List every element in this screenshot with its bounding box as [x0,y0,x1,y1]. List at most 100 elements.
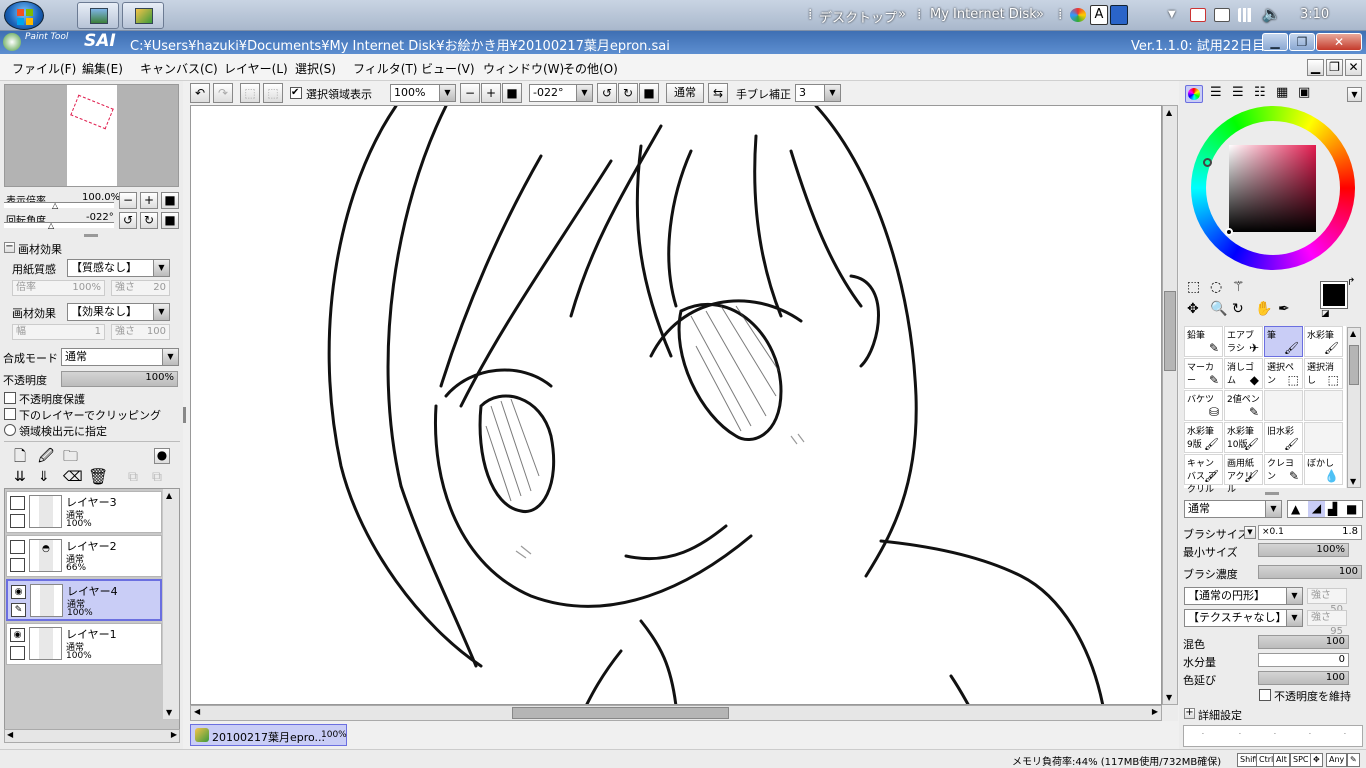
primary-color-swatch[interactable] [1320,281,1348,309]
scratchpad-icon[interactable]: ▣ [1298,85,1310,100]
eye-icon[interactable]: ◉ [10,628,25,642]
slider-thumb-icon[interactable]: △ [52,201,58,210]
toolbar-zoom-out-button[interactable]: − [460,83,480,103]
keep-opacity-checkbox[interactable] [1259,689,1271,701]
volume-icon[interactable]: 🔈 [1262,5,1281,23]
zoom-in-button[interactable]: + [140,192,158,209]
document-tab[interactable]: 20100217葉月epro... 100% [190,724,347,746]
tool-crayon[interactable]: クレヨン ✎ [1264,454,1303,485]
zoom-reset-button[interactable]: ■ [161,192,179,209]
brush-blend-select[interactable]: 通常 ▼ [1184,500,1282,518]
hand-icon[interactable]: ✋ [1255,301,1272,317]
scroll-right-icon[interactable]: ▶ [171,730,177,739]
desktop-chevron-icon[interactable]: » [898,7,906,22]
new-folder-icon[interactable]: 🗀 [63,446,78,471]
layer-row[interactable]: ◓ レイヤー2 通常 66% [6,535,162,577]
toolbar-rotate-reset-button[interactable]: ■ [639,83,659,103]
brush-density-slider[interactable]: 100 [1258,565,1362,579]
toolbar-zoom-reset-button[interactable]: ■ [502,83,522,103]
menu-view[interactable]: ビュー(V) [421,60,475,77]
move-icon[interactable]: ✥ [1187,301,1199,317]
rotate-left-button[interactable]: ↺ [119,212,137,229]
horizontal-scroll-thumb[interactable] [512,707,729,719]
scroll-right-icon[interactable]: ▶ [1152,707,1158,716]
menu-canvas[interactable]: キャンバス(C) [140,60,218,77]
edge-hard-icon[interactable]: ▲ [1291,502,1300,516]
lasso-icon[interactable]: ◌ [1210,279,1222,295]
menu-filter[interactable]: フィルタ(T) [353,60,417,77]
color-wheel-tab[interactable] [1185,85,1203,103]
brush-size-slider[interactable]: ×0.1 1.8 [1258,525,1362,540]
blend-mode-select[interactable]: 通常 ▼ [61,348,179,366]
view-mode-button[interactable]: 通常 [666,83,704,103]
layer-mask-button[interactable]: ● [154,448,170,464]
hue-marker[interactable] [1203,158,1212,167]
close-button[interactable]: ✕ [1316,33,1362,51]
scroll-up-icon[interactable]: ▲ [1350,329,1356,338]
edge-medium-icon[interactable]: ◢ [1308,501,1325,517]
clock[interactable]: 3:10 [1300,7,1329,22]
layer-row[interactable]: レイヤー3 通常 100% [6,491,162,533]
chevron-down-icon[interactable]: ▼ [1286,610,1302,626]
security-alert-icon[interactable] [1190,8,1206,22]
navigator-preview[interactable] [4,84,179,187]
menu-layer[interactable]: レイヤー(L) [224,60,288,77]
preset-dot-icon[interactable]: · [1274,731,1276,738]
swatches-icon[interactable]: ▦ [1276,85,1288,100]
brush-shape-select[interactable]: 【通常の円形】 ▼ [1184,587,1303,605]
ime-mode-icon[interactable]: A [1090,5,1108,25]
scroll-left-icon[interactable]: ◀ [7,730,13,739]
rect-select-icon[interactable]: ⬚ [1187,279,1200,295]
tool-airbrush[interactable]: エアブラシ ✈ [1224,326,1263,357]
chevron-down-icon[interactable]: ▼ [439,85,455,101]
clipboard-icon[interactable] [1214,8,1230,22]
ime-language-icon[interactable] [1070,8,1086,22]
new-layer-icon[interactable]: 🗋 [14,446,26,471]
preserve-opacity-checkbox[interactable] [4,392,16,404]
rotate-right-button[interactable]: ↻ [140,212,158,229]
tool-brush[interactable]: 筆 🖌 [1264,326,1303,357]
scroll-down-icon[interactable]: ▼ [1350,477,1356,486]
chevron-down-icon[interactable]: ▼ [1265,501,1281,517]
effect-select[interactable]: 【効果なし】 ▼ [67,303,170,321]
signal-strength-icon[interactable] [1238,8,1254,22]
edit-toggle[interactable] [10,558,25,572]
merge-down-icon[interactable]: ⇓ [38,469,50,485]
transparent-color-icon[interactable]: ◪ [1321,309,1330,319]
chevron-down-icon[interactable]: ▼ [153,260,169,276]
mdi-close-button[interactable]: ✕ [1345,59,1362,76]
chevron-down-icon[interactable]: ▼ [162,349,178,365]
blend-slider[interactable]: 100 [1258,635,1349,649]
flip-view-button[interactable]: ⇆ [708,83,728,103]
collapse-texture-button[interactable]: − [4,242,15,253]
disk-chevron-icon[interactable]: » [1036,7,1044,22]
magic-wand-icon[interactable]: ⚚ [1232,279,1245,295]
tool-marker[interactable]: マーカー ✎ [1184,358,1223,389]
tool-select-pen[interactable]: 選択ペン ⬚ [1264,358,1303,389]
edit-toggle[interactable] [10,514,25,528]
zoom-icon[interactable]: 🔍 [1210,301,1227,317]
mdi-minimize-button[interactable]: ▁ [1307,59,1324,76]
tool-watercolor-v9[interactable]: 水彩筆 9版 🖌 [1184,422,1223,453]
toolbar-rotate-left-button[interactable]: ↺ [597,83,617,103]
scroll-up-icon[interactable]: ▲ [1166,108,1172,117]
taskbar-app-sai[interactable] [122,2,164,29]
scroll-left-icon[interactable]: ◀ [194,707,200,716]
scroll-up-icon[interactable]: ▲ [166,491,172,500]
tool-bucket[interactable]: バケツ ⛁ [1184,390,1223,421]
tool-blur[interactable]: ぼかし 💧 [1304,454,1343,485]
tool-watercolor-v10[interactable]: 水彩筆 10版 🖌 [1224,422,1263,453]
panel-splitter[interactable] [1265,492,1279,495]
undo-button[interactable]: ↶ [190,83,210,103]
tool-eraser[interactable]: 消しゴム ◆ [1224,358,1263,389]
preset-dot-icon[interactable]: · [1239,731,1241,738]
navigator-view-rect[interactable] [70,94,114,130]
chevron-down-icon[interactable]: ▼ [1286,588,1302,604]
menu-edit[interactable]: 編集(E) [82,60,123,77]
tool-select-eraser[interactable]: 選択消し ⬚ [1304,358,1343,389]
drawing-canvas[interactable] [190,105,1162,705]
swap-colors-icon[interactable]: ↱ [1347,277,1355,288]
edge-soft-icon[interactable]: ▟ [1328,502,1337,516]
maximize-button[interactable]: ❐ [1289,33,1315,51]
slider-thumb-icon[interactable]: △ [48,221,54,230]
